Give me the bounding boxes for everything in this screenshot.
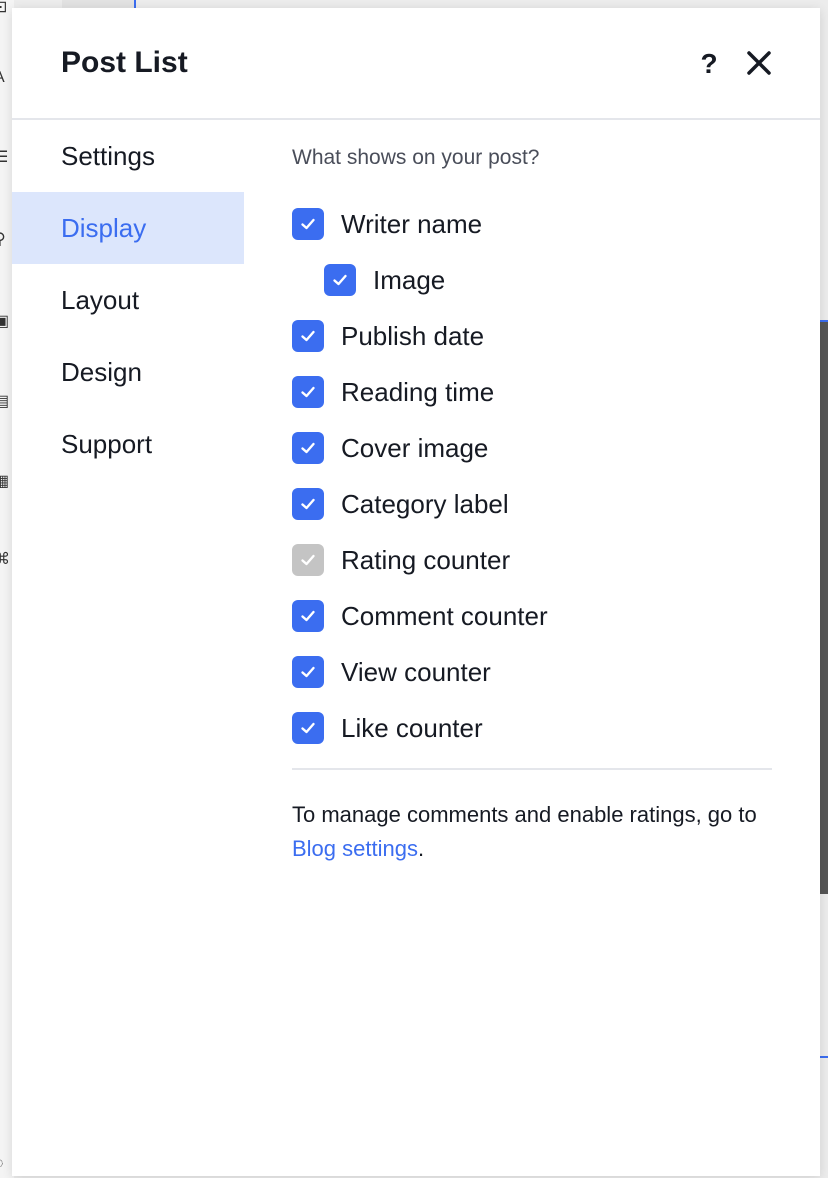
checkbox-row[interactable]: Publish date	[292, 316, 484, 356]
canvas-edge-marker	[820, 1056, 828, 1058]
panel-header: Post List ?	[12, 8, 820, 120]
checkbox-label: Comment counter	[341, 600, 548, 631]
layout-icon[interactable]: ▣	[0, 314, 10, 330]
checkmark-icon	[333, 274, 347, 286]
puzzle-icon[interactable]: ⌘	[0, 552, 10, 568]
checkmark-icon	[301, 498, 315, 510]
post-list-settings-panel: Post List ? Settings Display Layout Desi…	[12, 8, 820, 1176]
checkmark-icon	[301, 554, 315, 566]
checkbox[interactable]	[324, 264, 356, 296]
link-icon[interactable]: ⚲	[0, 232, 10, 248]
checkbox[interactable]	[292, 320, 324, 352]
nav-item-support[interactable]: Support	[12, 408, 244, 480]
nav-item-layout[interactable]: Layout	[12, 264, 244, 336]
checkbox-label: View counter	[341, 656, 491, 687]
blog-settings-link[interactable]: Blog settings	[292, 836, 418, 861]
nav-item-settings[interactable]: Settings	[12, 120, 244, 192]
checkbox[interactable]	[292, 656, 324, 688]
footnote-end: .	[417, 836, 425, 861]
checkbox-label: Rating counter	[341, 544, 511, 575]
chart-icon[interactable]: ☰	[0, 150, 10, 166]
checkbox-row[interactable]: Category label	[292, 484, 509, 524]
checkbox-row[interactable]: Reading time	[292, 372, 494, 412]
checkmark-icon	[301, 666, 315, 678]
checkbox	[292, 544, 324, 576]
checkbox[interactable]	[292, 376, 324, 408]
checkmark-icon	[301, 218, 315, 230]
nav-item-display[interactable]: Display	[12, 192, 244, 264]
checkbox-row[interactable]: Image	[324, 260, 445, 300]
checkbox[interactable]	[292, 432, 324, 464]
checkbox-row[interactable]: Writer name	[292, 204, 482, 244]
checkmark-icon	[301, 330, 315, 342]
checkbox[interactable]	[292, 712, 324, 744]
grid-icon[interactable]: ▤	[0, 394, 10, 410]
checkbox-label: Reading time	[341, 376, 495, 407]
panel-side-nav: Settings Display Layout Design Support	[12, 120, 244, 480]
checkmark-icon	[301, 442, 315, 454]
checkbox-row[interactable]: Comment counter	[292, 596, 548, 636]
text-icon[interactable]: A	[0, 70, 10, 86]
checkbox-label: Publish date	[341, 320, 485, 351]
checkbox-row[interactable]: Rating counter	[292, 540, 510, 580]
editor-top-tab	[62, 0, 136, 8]
add-element-icon[interactable]: ⊡	[0, 0, 10, 16]
canvas-edge	[820, 320, 828, 894]
table-icon[interactable]: ▦	[0, 474, 10, 490]
close-icon	[747, 51, 771, 75]
checkbox-label: Image	[373, 264, 446, 295]
footnote: To manage comments and enable ratings, g…	[292, 798, 772, 866]
help-button[interactable]: ?	[696, 48, 722, 80]
checkbox-row[interactable]: Like counter	[292, 708, 483, 748]
nav-item-design[interactable]: Design	[12, 336, 244, 408]
help-circle-icon[interactable]: ◌	[0, 1156, 10, 1172]
checkbox[interactable]	[292, 600, 324, 632]
checkbox-label: Writer name	[341, 208, 483, 239]
checkbox-row[interactable]: Cover image	[292, 428, 488, 468]
checkbox[interactable]	[292, 208, 324, 240]
checkbox-label: Like counter	[341, 712, 483, 743]
checkbox-label: Category label	[341, 488, 509, 519]
divider	[292, 768, 772, 770]
panel-title: Post List	[61, 46, 188, 79]
checkmark-icon	[301, 386, 315, 398]
close-button[interactable]	[744, 48, 774, 78]
checkmark-icon	[301, 610, 315, 622]
footnote-text: To manage comments and enable ratings, g…	[292, 802, 757, 827]
checkbox-label: Cover image	[341, 432, 489, 463]
checkbox[interactable]	[292, 488, 324, 520]
checkmark-icon	[301, 722, 315, 734]
checkbox-row[interactable]: View counter	[292, 652, 491, 692]
section-label: What shows on your post?	[292, 146, 540, 169]
